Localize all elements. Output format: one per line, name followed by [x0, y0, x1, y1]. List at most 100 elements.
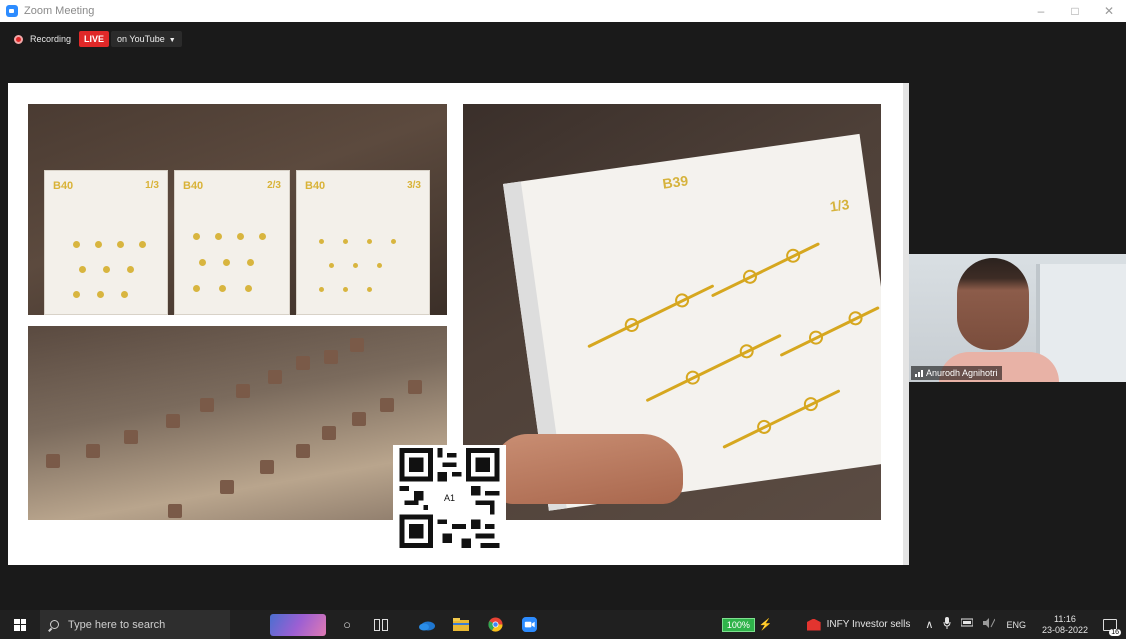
printing-block [86, 444, 100, 458]
charging-plug-icon: ⚡ [758, 619, 773, 631]
stock-ticker-widget[interactable]: INFY Investor sells [827, 619, 911, 630]
print-motif [199, 259, 206, 266]
print-motif [343, 287, 348, 292]
printing-block [296, 356, 310, 370]
minimize-button[interactable]: – [1024, 0, 1058, 22]
card-label: B40 [53, 180, 74, 192]
print-motif [319, 287, 324, 292]
print-motif [223, 259, 230, 266]
print-motif [343, 239, 348, 244]
meeting-area: Recording LIVE on YouTube ▼ B40 1/3 B40 … [0, 22, 1126, 610]
zoom-app-icon[interactable] [512, 610, 546, 639]
printing-block [166, 414, 180, 428]
taskbar-search-box[interactable]: Type here to search [40, 610, 230, 639]
print-motif [367, 287, 372, 292]
photo-printed-cards: B40 1/3 B40 2/3 B40 3/3 [28, 104, 447, 315]
clock-date: 23-08-2022 [1041, 624, 1088, 635]
start-button[interactable] [0, 610, 40, 639]
live-badge[interactable]: LIVE [79, 31, 110, 47]
printing-block [296, 444, 310, 458]
printing-block [352, 412, 366, 426]
print-motif [193, 233, 200, 240]
card-fraction: 2/3 [267, 180, 281, 191]
close-button[interactable]: ✕ [1092, 0, 1126, 22]
volume-icon[interactable] [983, 618, 996, 631]
print-motif [97, 291, 104, 298]
card-fraction: 3/3 [407, 180, 421, 191]
participant-name-tag: Anurodh Agnihotri [911, 366, 1002, 380]
printing-block [168, 504, 182, 518]
search-highlight-widget[interactable] [270, 613, 326, 636]
photo-printing-blocks [28, 326, 447, 520]
sheet-fraction: 1/3 [828, 196, 851, 215]
printing-block [380, 398, 394, 412]
print-motif [139, 241, 146, 248]
print-motif [127, 266, 134, 273]
input-language[interactable]: ENG [1006, 620, 1026, 630]
taskbar-clock[interactable]: 11:16 23-08-2022 [1042, 614, 1088, 636]
participant-video [939, 254, 1059, 382]
card-fraction: 1/3 [145, 180, 159, 191]
printing-block [408, 380, 422, 394]
print-motif [95, 241, 102, 248]
print-motif [215, 233, 222, 240]
stock-widget-icon [806, 618, 821, 631]
file-explorer-icon[interactable] [444, 610, 478, 639]
windows-taskbar: Type here to search ○ 100% ⚡ INFY Invest… [0, 610, 1126, 639]
print-motif [353, 263, 358, 268]
photo-binder-sheet: B39 1/3 [463, 104, 881, 520]
floral-print [722, 389, 841, 449]
maximize-button[interactable]: □ [1058, 0, 1092, 22]
battery-indicator[interactable]: 100% [721, 617, 755, 632]
print-motif [319, 239, 324, 244]
onedrive-icon[interactable] [410, 610, 444, 639]
printing-block [324, 350, 338, 364]
stream-target-label: on YouTube [117, 34, 165, 44]
microphone-icon[interactable] [943, 617, 951, 632]
printing-block [46, 454, 60, 468]
hand [493, 434, 683, 504]
print-motif [79, 266, 86, 273]
zoom-logo-icon [6, 5, 18, 17]
print-motif [73, 241, 80, 248]
chevron-down-icon: ▼ [168, 37, 176, 44]
print-motif [117, 241, 124, 248]
printing-block [322, 426, 336, 440]
live-stream-dropdown[interactable]: on YouTube ▼ [111, 31, 182, 47]
window-titlebar: Zoom Meeting – □ ✕ [0, 0, 1126, 22]
window-title: Zoom Meeting [24, 5, 95, 17]
cortana-icon[interactable]: ○ [330, 610, 364, 639]
recording-label[interactable]: Recording [30, 34, 71, 44]
chrome-icon[interactable] [478, 610, 512, 639]
printing-block [268, 370, 282, 384]
print-motif [329, 263, 334, 268]
search-icon [50, 620, 59, 629]
print-motif [121, 291, 128, 298]
card-1: B40 1/3 [44, 170, 168, 315]
notification-count: 16 [1109, 629, 1121, 636]
task-view-icon[interactable] [364, 610, 398, 639]
print-motif [377, 263, 382, 268]
clock-time: 11:16 [1054, 613, 1076, 624]
qr-code-label: A1 [435, 489, 464, 507]
printing-block [236, 384, 250, 398]
card-label: B40 [183, 180, 204, 192]
print-motif [247, 259, 254, 266]
print-motif [193, 285, 200, 292]
signal-bars-icon [915, 369, 923, 377]
participant-video-tile[interactable]: Anurodh Agnihotri [909, 254, 1126, 382]
sheet-label: B39 [661, 172, 690, 192]
network-icon[interactable] [960, 618, 974, 631]
windows-logo-icon [14, 618, 26, 631]
show-hidden-icons-chevron-icon[interactable]: ∧ [925, 618, 933, 631]
print-motif [73, 291, 80, 298]
notifications-button[interactable]: 16 [1098, 610, 1122, 639]
qr-code: A1 [393, 445, 506, 551]
stock-text: Investor sells [852, 619, 911, 630]
printing-block [200, 398, 214, 412]
printing-block [260, 460, 274, 474]
printing-block [220, 480, 234, 494]
recording-icon [14, 34, 23, 44]
printing-block [350, 338, 364, 352]
recording-bar: Recording LIVE on YouTube ▼ [14, 30, 182, 48]
